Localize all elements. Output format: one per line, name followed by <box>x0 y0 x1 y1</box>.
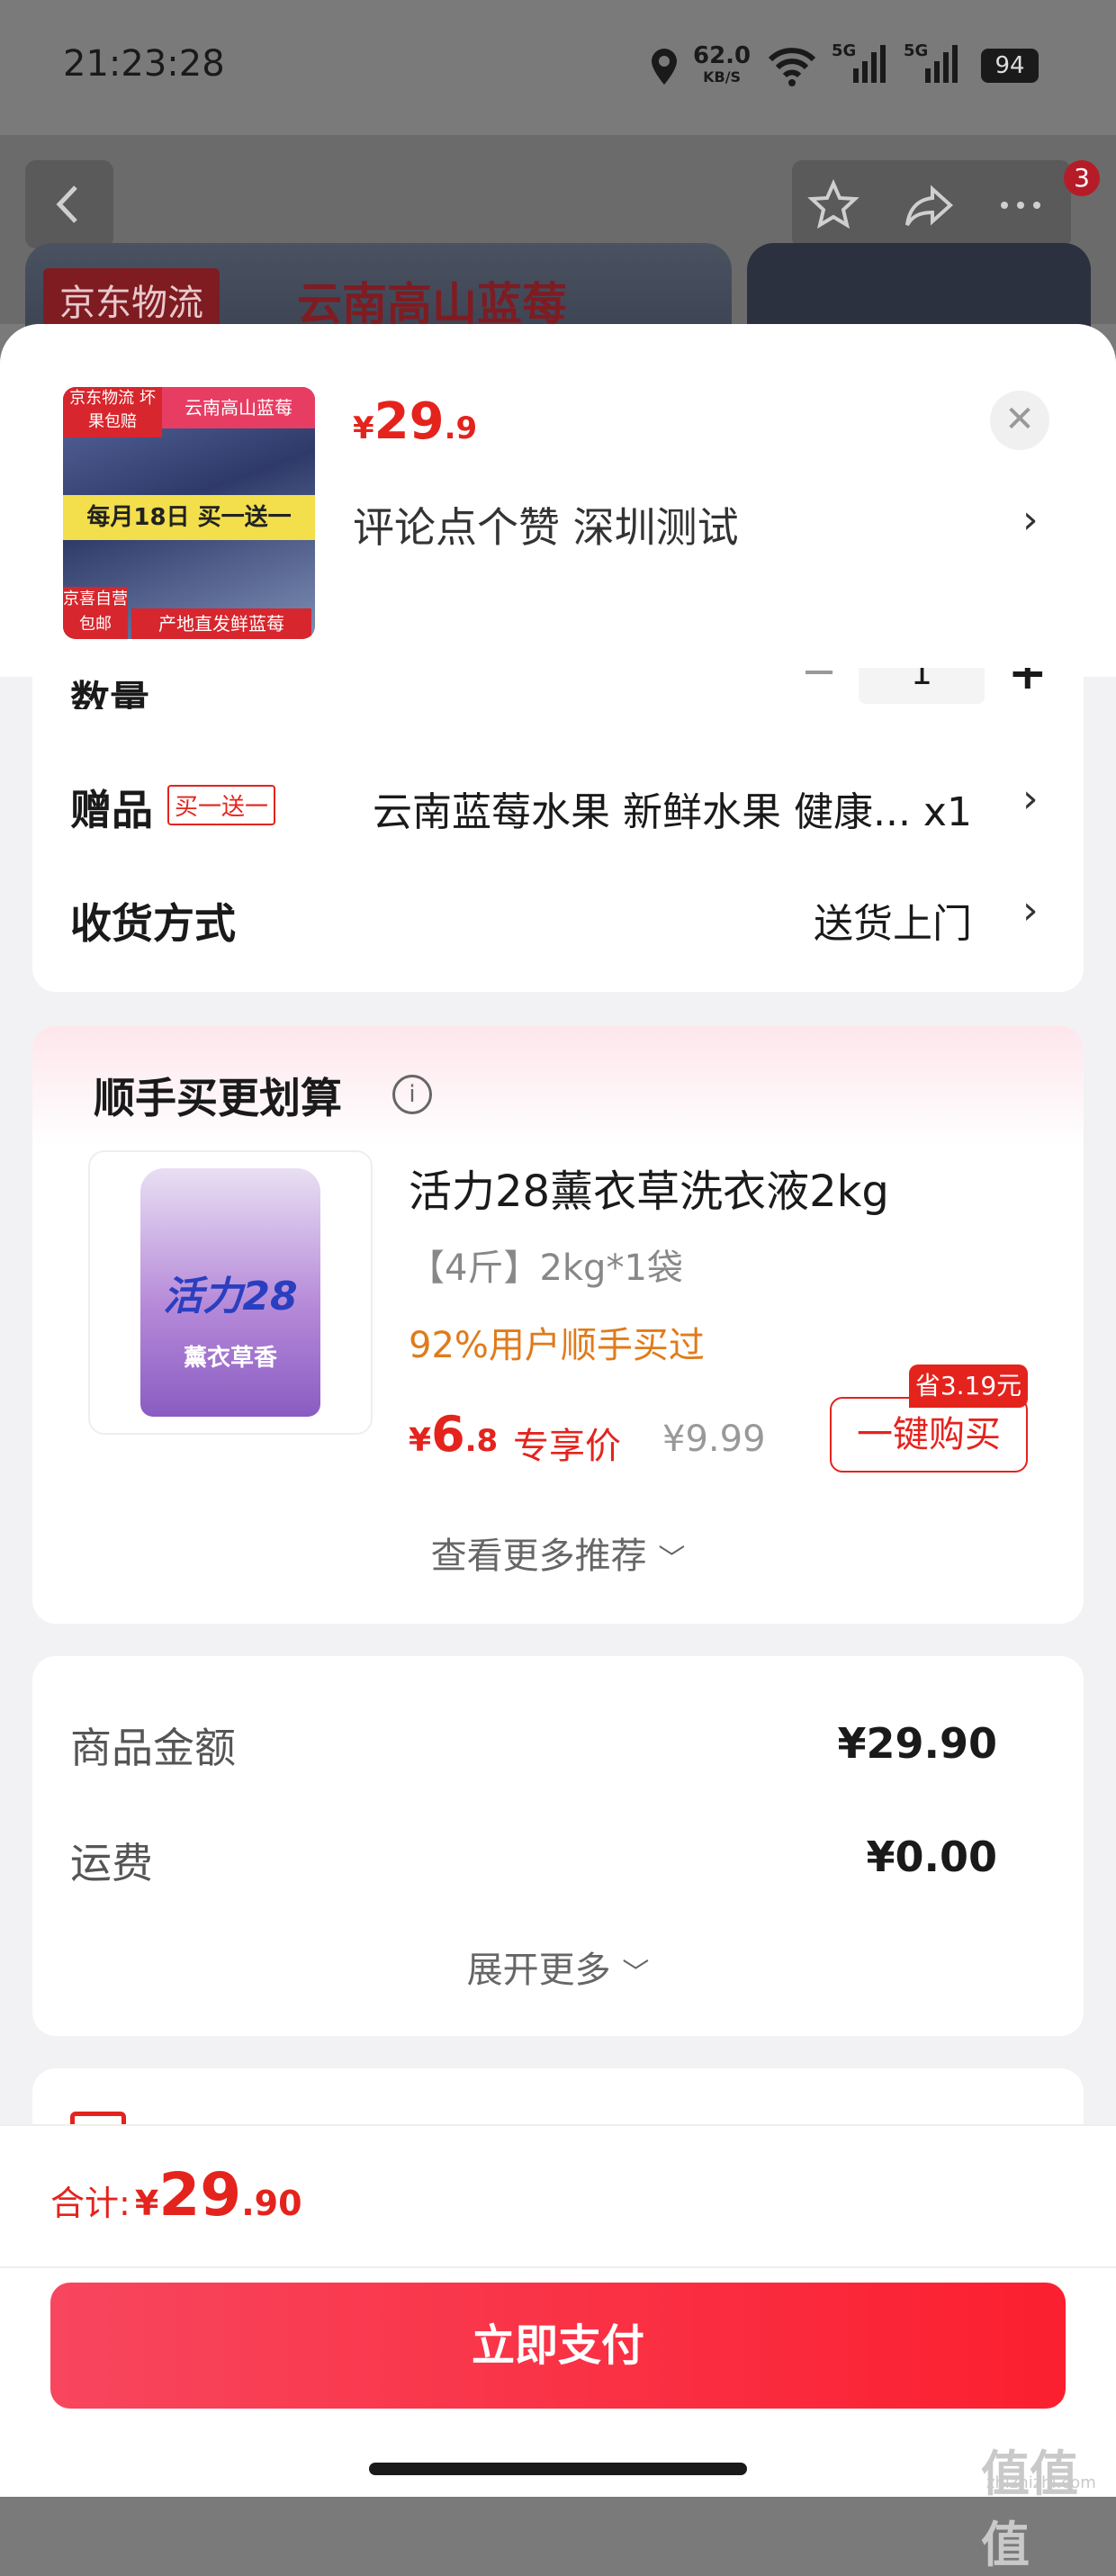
thumb-tag-free-shipping: 京喜自营 包邮 <box>63 587 128 639</box>
watermark-url: zhizhizhi.com <box>986 2473 1096 2492</box>
more-recommendations-link[interactable]: 查看更多推荐 ﹀ <box>0 1527 1116 1579</box>
recommend-title: 顺手买更划算 <box>94 1074 342 1122</box>
thumb-tag-origin: 产地直发鲜蓝莓 <box>131 608 311 639</box>
share-icon[interactable] <box>902 178 956 232</box>
thumb-tag-logistics: 京东物流 坏果包赔 <box>63 387 162 437</box>
star-icon[interactable] <box>806 178 860 232</box>
quantity-stepper[interactable]: − 1 + <box>801 668 1053 709</box>
recommend-user-percent: 92%用户顺手买过 <box>409 1325 705 1366</box>
product-spec-selector[interactable]: 评论点个赞 深圳测试 <box>353 495 739 554</box>
recommend-price-label: 专享价 <box>513 1426 621 1467</box>
thumb-promo: 每月18日 买一送一 <box>63 495 315 540</box>
product-price: ¥29.9 <box>353 392 478 451</box>
delivery-value[interactable]: 送货上门 <box>814 891 972 949</box>
gift-promo-tag: 买一送一 <box>167 785 276 825</box>
info-icon[interactable]: i <box>392 1075 432 1114</box>
quantity-value[interactable]: 1 <box>859 668 985 704</box>
wifi-icon <box>767 47 817 86</box>
close-button[interactable]: ✕ <box>990 391 1049 450</box>
back-button[interactable] <box>25 160 113 248</box>
goods-amount-value: ¥29.90 <box>837 1719 997 1768</box>
signal-icon-2: 5G <box>904 41 958 86</box>
top-action-bar <box>792 160 1071 248</box>
expand-more-link[interactable]: 展开更多 ﹀ <box>0 1941 1116 1993</box>
recommend-product-name[interactable]: 活力28薰衣草洗衣液2kg <box>409 1156 889 1219</box>
chevron-down-icon: ﹀ <box>622 1958 650 1989</box>
home-indicator[interactable] <box>369 2463 747 2475</box>
notification-badge: 3 <box>1064 160 1100 196</box>
close-icon: ✕ <box>1004 399 1035 440</box>
location-icon <box>648 47 680 88</box>
bottom-divider <box>0 2266 1116 2268</box>
recommend-product-image[interactable]: 活力28 薰衣草香 <box>88 1150 373 1435</box>
net-speed: 62.0 KB/S <box>693 42 752 86</box>
plus-icon[interactable]: + <box>1008 668 1048 700</box>
watermark-logo: 值值值 <box>981 2445 1078 2573</box>
shipping-label: 运费 <box>70 1839 153 1887</box>
product-thumbnail: 京东物流 坏果包赔 云南高山蓝莓 每月18日 买一送一 京喜自营 包邮 产地直发… <box>63 387 315 639</box>
delivery-label: 收货方式 <box>70 899 236 948</box>
chevron-left-icon <box>56 185 77 223</box>
thumb-tag-title: 云南高山蓝莓 <box>162 387 315 428</box>
hero-logistics-tag: 京东物流 <box>43 268 220 331</box>
pay-now-button[interactable]: 立即支付 <box>50 2283 1066 2409</box>
status-time: 21:23:28 <box>63 43 225 85</box>
recommend-price: ¥6.8 <box>409 1406 499 1463</box>
chevron-right-icon: › <box>1022 776 1039 822</box>
battery-indicator: 94 <box>981 49 1039 83</box>
gift-label: 赠品 <box>70 786 153 834</box>
chevron-right-icon: › <box>1022 497 1039 543</box>
save-amount-badge: 省3.19元 <box>909 1365 1028 1408</box>
total-price: 合计: ¥29.90 <box>50 2160 302 2229</box>
more-icon[interactable] <box>994 178 1048 232</box>
signal-icon-1: 5G <box>832 41 886 86</box>
detergent-bag-graphic: 活力28 薰衣草香 <box>140 1168 320 1417</box>
minus-icon[interactable]: − <box>801 668 837 697</box>
goods-amount-label: 商品金额 <box>70 1724 236 1772</box>
chevron-down-icon: ﹀ <box>658 1544 686 1575</box>
status-bar: 21:23:28 62.0 KB/S 5G 5G 94 <box>0 0 1116 135</box>
shipping-value: ¥0.00 <box>866 1833 997 1881</box>
quantity-label: 数量 <box>70 678 149 709</box>
gift-value[interactable]: 云南蓝莓水果 新鲜水果 健康... x1 <box>373 779 1003 837</box>
recommend-product-spec: 【4斤】2kg*1袋 <box>409 1247 683 1289</box>
recommend-original-price: ¥9.99 <box>662 1419 766 1460</box>
one-click-buy-button[interactable]: 一键购买 <box>830 1397 1028 1473</box>
chevron-right-icon: › <box>1022 887 1039 933</box>
